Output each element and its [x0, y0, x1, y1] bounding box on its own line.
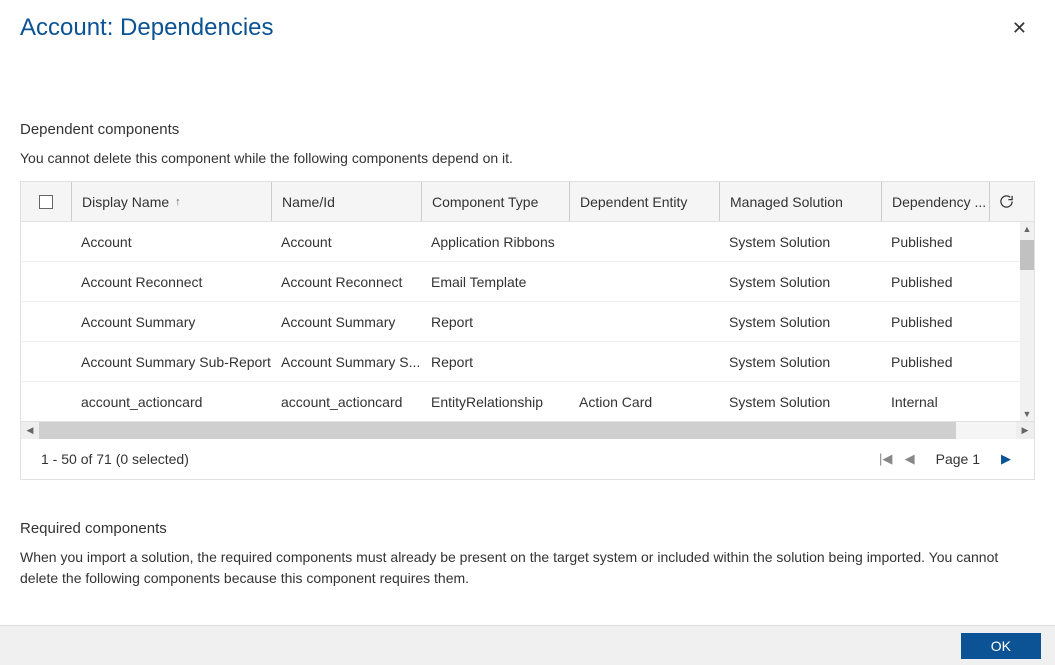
- column-managed-solution-label: Managed Solution: [730, 194, 843, 210]
- column-component-type-label: Component Type: [432, 194, 538, 210]
- required-section-title: Required components: [20, 520, 1035, 537]
- dialog-title: Account: Dependencies: [20, 14, 274, 42]
- cell-name-id: account_actioncard: [271, 394, 421, 410]
- cell-display-name: Account Reconnect: [71, 274, 271, 290]
- table-row[interactable]: account_actioncardaccount_actioncardEnti…: [21, 382, 1034, 421]
- table-row[interactable]: AccountAccountApplication RibbonsSystem …: [21, 222, 1034, 262]
- dependent-grid: Display Name ↑ Name/Id Component Type De…: [20, 181, 1035, 480]
- cell-dependency-type: Published: [881, 354, 989, 370]
- next-page-icon[interactable]: ▶: [998, 451, 1014, 467]
- table-row[interactable]: Account SummaryAccount SummaryReportSyst…: [21, 302, 1034, 342]
- cell-managed-solution: System Solution: [719, 314, 881, 330]
- cell-dependency-type: Internal: [881, 394, 989, 410]
- cell-name-id: Account Summary: [271, 314, 421, 330]
- refresh-button[interactable]: [989, 182, 1023, 221]
- horizontal-scrollbar[interactable]: ◀ ▶: [21, 421, 1034, 439]
- cell-component-type: Email Template: [421, 274, 569, 290]
- h-scroll-track[interactable]: [39, 422, 956, 439]
- cell-managed-solution: System Solution: [719, 274, 881, 290]
- table-row[interactable]: Account ReconnectAccount ReconnectEmail …: [21, 262, 1034, 302]
- cell-display-name: account_actioncard: [71, 394, 271, 410]
- column-dependent-entity[interactable]: Dependent Entity: [569, 182, 719, 221]
- dialog-header: Account: Dependencies ✕: [0, 0, 1055, 43]
- cell-name-id: Account: [271, 234, 421, 250]
- cell-component-type: Report: [421, 314, 569, 330]
- cell-display-name: Account Summary: [71, 314, 271, 330]
- column-display-name-label: Display Name: [82, 194, 169, 210]
- dialog-footer: OK: [0, 625, 1055, 665]
- cell-managed-solution: System Solution: [719, 234, 881, 250]
- column-dependency-type-label: Dependency ...: [892, 194, 986, 210]
- cell-dependency-type: Published: [881, 314, 989, 330]
- table-row[interactable]: Account Summary Sub-ReportAccount Summar…: [21, 342, 1034, 382]
- cell-display-name: Account: [71, 234, 271, 250]
- refresh-icon: [999, 194, 1014, 209]
- cell-component-type: Report: [421, 354, 569, 370]
- column-display-name[interactable]: Display Name ↑: [71, 182, 271, 221]
- cell-name-id: Account Reconnect: [271, 274, 421, 290]
- scroll-up-icon[interactable]: ▲: [1020, 222, 1034, 236]
- cell-dependency-type: Published: [881, 274, 989, 290]
- cell-name-id: Account Summary S...: [271, 354, 421, 370]
- pager-status: 1 - 50 of 71 (0 selected): [41, 451, 189, 467]
- scroll-left-icon[interactable]: ◀: [21, 422, 39, 439]
- prev-page-icon[interactable]: ◀: [902, 451, 918, 467]
- first-page-icon[interactable]: |◀: [878, 451, 894, 467]
- cell-dependent-entity: Action Card: [569, 394, 719, 410]
- h-scroll-rest: [956, 422, 1016, 439]
- grid-body[interactable]: AccountAccountApplication RibbonsSystem …: [21, 222, 1034, 421]
- column-managed-solution[interactable]: Managed Solution: [719, 182, 881, 221]
- cell-display-name: Account Summary Sub-Report: [71, 354, 271, 370]
- column-name-id-label: Name/Id: [282, 194, 335, 210]
- scroll-thumb[interactable]: [1020, 240, 1034, 270]
- cell-dependency-type: Published: [881, 234, 989, 250]
- close-icon[interactable]: ✕: [1004, 14, 1035, 43]
- vertical-scrollbar[interactable]: ▲ ▼: [1020, 222, 1034, 421]
- ok-button[interactable]: OK: [961, 633, 1041, 659]
- grid-header: Display Name ↑ Name/Id Component Type De…: [21, 182, 1034, 222]
- column-dependent-entity-label: Dependent Entity: [580, 194, 687, 210]
- column-component-type[interactable]: Component Type: [421, 182, 569, 221]
- pager-page: Page 1: [936, 451, 980, 467]
- sort-asc-icon: ↑: [175, 196, 181, 208]
- required-section-desc: When you import a solution, the required…: [20, 547, 1035, 589]
- column-dependency-type[interactable]: Dependency ...: [881, 182, 989, 221]
- select-all-cell: [21, 182, 71, 221]
- dependent-section-desc: You cannot delete this component while t…: [20, 148, 1035, 169]
- cell-managed-solution: System Solution: [719, 394, 881, 410]
- scroll-right-icon[interactable]: ▶: [1016, 422, 1034, 439]
- column-name-id[interactable]: Name/Id: [271, 182, 421, 221]
- dependent-section-title: Dependent components: [20, 121, 1035, 138]
- select-all-checkbox[interactable]: [39, 195, 53, 209]
- scroll-down-icon[interactable]: ▼: [1020, 407, 1034, 421]
- cell-managed-solution: System Solution: [719, 354, 881, 370]
- pager: 1 - 50 of 71 (0 selected) |◀ ◀ Page 1 ▶: [21, 439, 1034, 479]
- cell-component-type: EntityRelationship: [421, 394, 569, 410]
- cell-component-type: Application Ribbons: [421, 234, 569, 250]
